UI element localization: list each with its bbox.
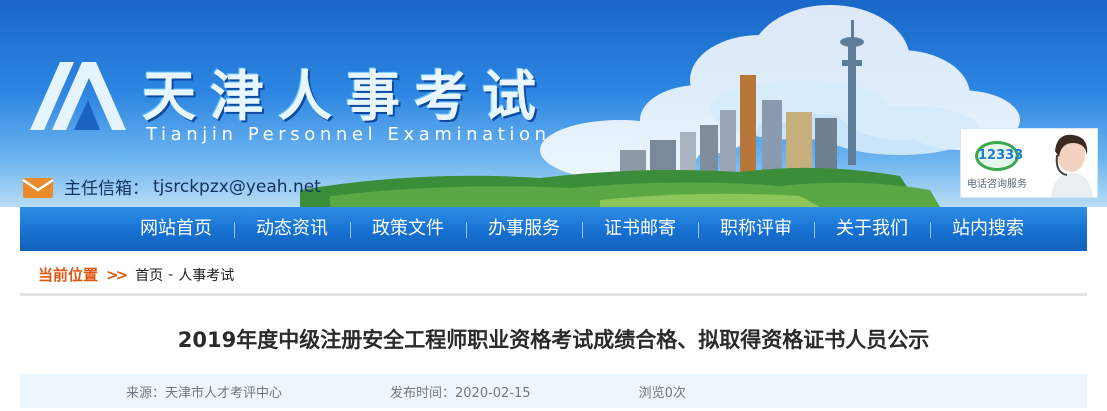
director-mailbox[interactable]: 主任信箱： tjsrckpzx@yeah.net [22, 174, 321, 199]
article-meta-bar: 来源：天津市人才考评中心 发布时间：2020-02-15 浏览0次 [20, 374, 1087, 408]
nav-item-site-search[interactable]: 站内搜索 [930, 207, 1046, 251]
article-source: 来源：天津市人才考评中心 [126, 385, 283, 401]
mailbox-label: 主任信箱： [64, 179, 149, 199]
article-publish-date: 发布时间：2020-02-15 [390, 385, 531, 401]
breadcrumb-arrow-icon: >> [106, 265, 128, 284]
nav-item-title-review[interactable]: 职称评审 [698, 207, 814, 251]
breadcrumb-label: 当前位置 [38, 266, 99, 284]
site-title: 天津人事考试 [142, 64, 550, 128]
breadcrumb: 当前位置 >> 首页 - 人事考试 [20, 256, 1087, 296]
breadcrumb-current-link[interactable]: 人事考试 [178, 265, 234, 285]
nav-item-about-us[interactable]: 关于我们 [814, 207, 930, 251]
breadcrumb-separator: - [168, 266, 174, 283]
hotline-banner[interactable]: 12333 电话咨询服务 [960, 128, 1098, 198]
nav-item-certificate-mail[interactable]: 证书邮寄 [582, 207, 698, 251]
nav-item-policy[interactable]: 政策文件 [350, 207, 466, 251]
article-view-count: 浏览0次 [638, 385, 686, 401]
nav-item-services[interactable]: 办事服务 [466, 207, 582, 251]
customer-service-agent-image [1051, 134, 1093, 197]
hotline-text: 电话咨询服务 [967, 179, 1027, 190]
site-banner: 天津人事考试 Tianjin Personnel Examination 主任信… [0, 0, 1107, 207]
mailbox-email-link[interactable]: tjsrckpzx@yeah.net [153, 177, 321, 197]
envelope-icon [22, 177, 54, 198]
main-navigation: 网站首页 动态资讯 政策文件 办事服务 证书邮寄 职称评审 关于我们 站内搜索 [20, 207, 1087, 251]
site-subtitle: Tianjin Personnel Examination [146, 124, 551, 145]
logo-icon [30, 62, 126, 130]
nav-item-news[interactable]: 动态资讯 [234, 207, 350, 251]
breadcrumb-home-link[interactable]: 首页 [135, 265, 163, 285]
article-title: 2019年度中级注册安全工程师职业资格考试成绩合格、拟取得资格证书人员公示 [177, 328, 930, 352]
nav-item-home[interactable]: 网站首页 [118, 207, 234, 251]
hotline-number-badge: 12333 [975, 141, 1023, 171]
